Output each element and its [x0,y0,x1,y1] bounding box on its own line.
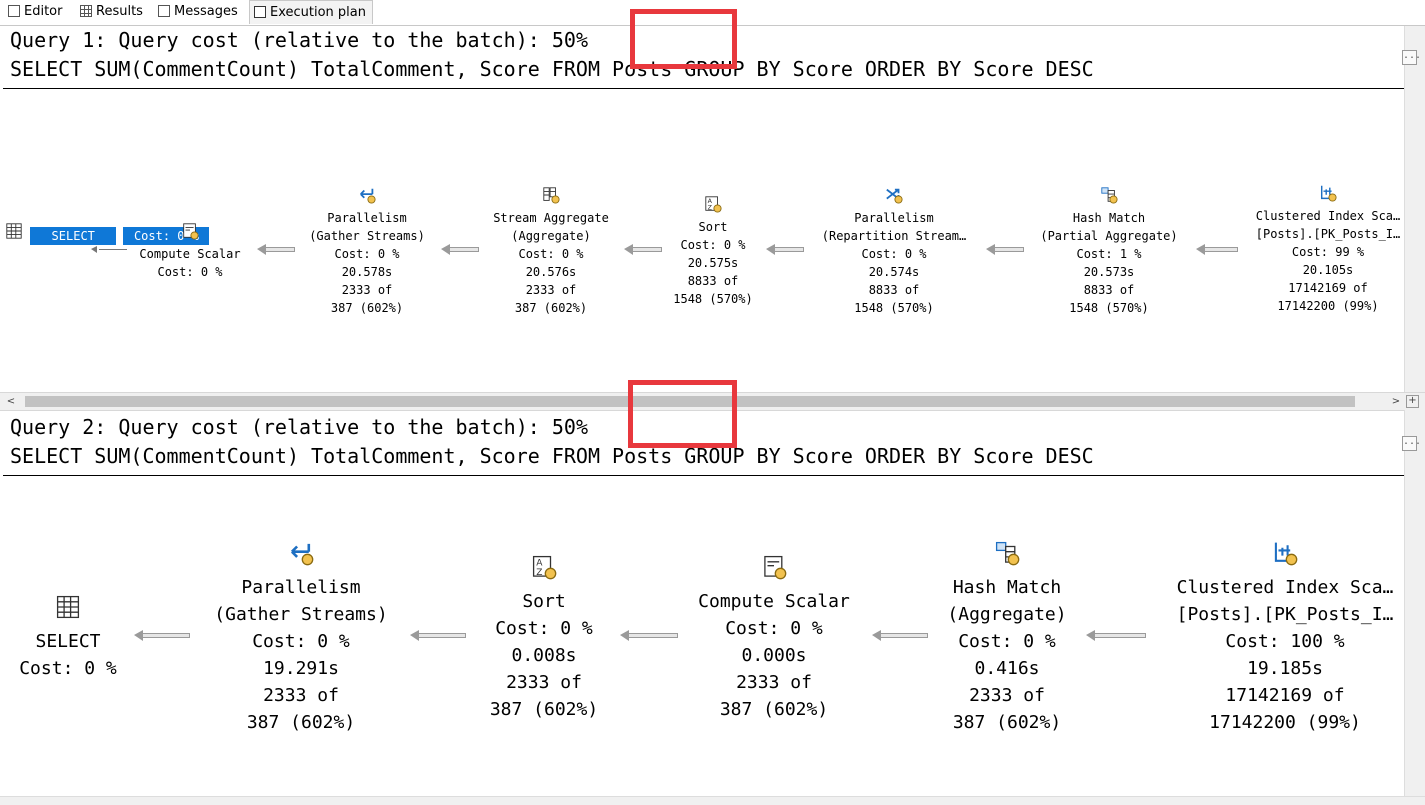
plan-arrow [872,630,928,641]
tab-results[interactable]: Results [76,0,149,24]
query-1-sql: SELECT SUM(CommentCount) TotalComment, S… [10,57,1094,81]
editor-icon [8,5,20,17]
plan-node-sort[interactable]: AZ Sort Cost: 0 % 0.008s 2333 of 387 (60… [474,554,614,723]
plan-node-parallelism-repartition[interactable]: Parallelism (Repartition Stream… Cost: 0… [806,186,982,317]
plan-node-hash-match[interactable]: Hash Match (Aggregate) Cost: 0 % 0.416s … [932,540,1082,736]
plan-node-parallelism-gather[interactable]: Parallelism (Gather Streams) Cost: 0 % 2… [296,186,438,317]
results-grid-icon [80,5,92,17]
compute-scalar-icon [761,554,787,580]
plan-node-sort[interactable]: AZ Sort Cost: 0 % 20.575s 8833 of 1548 (… [660,195,766,308]
plan-arrow [1086,630,1146,641]
plan-arrow [620,630,678,641]
plan-arrow [766,244,804,255]
query-1-cost-highlight [630,9,737,69]
query-1-cost: 50% [551,28,588,52]
plan-node-select[interactable]: SELECT Cost: 0 % [5,222,210,245]
clustered-index-scan-icon [1272,540,1298,566]
zoom-plus-button[interactable]: + [1406,395,1419,408]
parallelism-repartition-icon [885,186,903,204]
sort-icon: AZ [704,195,722,213]
plan-node-select[interactable]: SELECT Cost: 0 % [8,594,128,682]
tab-execution-plan[interactable]: Execution plan [249,0,373,24]
plan-arrow [91,246,127,253]
query-2-divider [3,475,1421,476]
plan-node-clustered-index-scan[interactable]: Clustered Index Sca… [Posts].[PK_Posts_I… [1154,540,1416,736]
query-2-sql: SELECT SUM(CommentCount) TotalComment, S… [10,444,1094,468]
select-icon [5,222,23,240]
plan-arrow [1196,244,1238,255]
sort-icon: AZ [531,554,557,580]
query-1-cost-line: Query 1: Query cost (relative to the bat… [10,28,588,52]
svg-text:Z: Z [708,204,713,211]
plan-node-compute-scalar[interactable]: Compute Scalar Cost: 0 % 0.000s 2333 of … [680,554,868,723]
query-2-cost-highlight [628,380,737,448]
stream-aggregate-icon [542,186,560,204]
messages-icon [158,5,170,17]
svg-text:Z: Z [536,568,542,578]
select-icon [55,594,81,620]
compute-scalar-icon [181,222,199,240]
parallelism-gather-icon [358,186,376,204]
query-2-cost-line: Query 2: Query cost (relative to the bat… [10,415,588,439]
tab-editor[interactable]: Editor [4,0,68,24]
query-2-collapse-button[interactable]: ... [1402,436,1421,451]
query-1-divider [3,88,1421,89]
plan-node-compute-scalar[interactable]: Compute Scalar Cost: 0 % [127,222,253,281]
query-1-collapse-button[interactable]: ... [1402,50,1421,65]
plan-node-stream-aggregate[interactable]: Stream Aggregate (Aggregate) Cost: 0 % 2… [474,186,628,317]
hash-match-icon [1100,186,1118,204]
scroll-right-button[interactable]: > [1389,393,1403,410]
query-2-cost: 50% [551,415,588,439]
hash-match-icon [994,540,1020,566]
scroll-left-button[interactable]: < [4,393,18,410]
execution-plan-icon [254,6,266,18]
plan-arrow [410,630,466,641]
plan-arrow [624,244,662,255]
plan-node-hash-match[interactable]: Hash Match (Partial Aggregate) Cost: 1 %… [1026,186,1192,317]
plan-arrow [986,244,1024,255]
plan-node-parallelism-gather[interactable]: Parallelism (Gather Streams) Cost: 0 % 1… [198,540,404,736]
plan-node-clustered-index-scan[interactable]: Clustered Index Sca… [Posts].[PK_Posts_I… [1238,184,1418,315]
parallelism-gather-icon [288,540,314,566]
plan-arrow [257,244,295,255]
clustered-index-scan-icon [1319,184,1337,202]
tab-messages[interactable]: Messages [154,0,244,24]
plan-arrow [441,244,479,255]
plan-arrow [134,630,190,641]
